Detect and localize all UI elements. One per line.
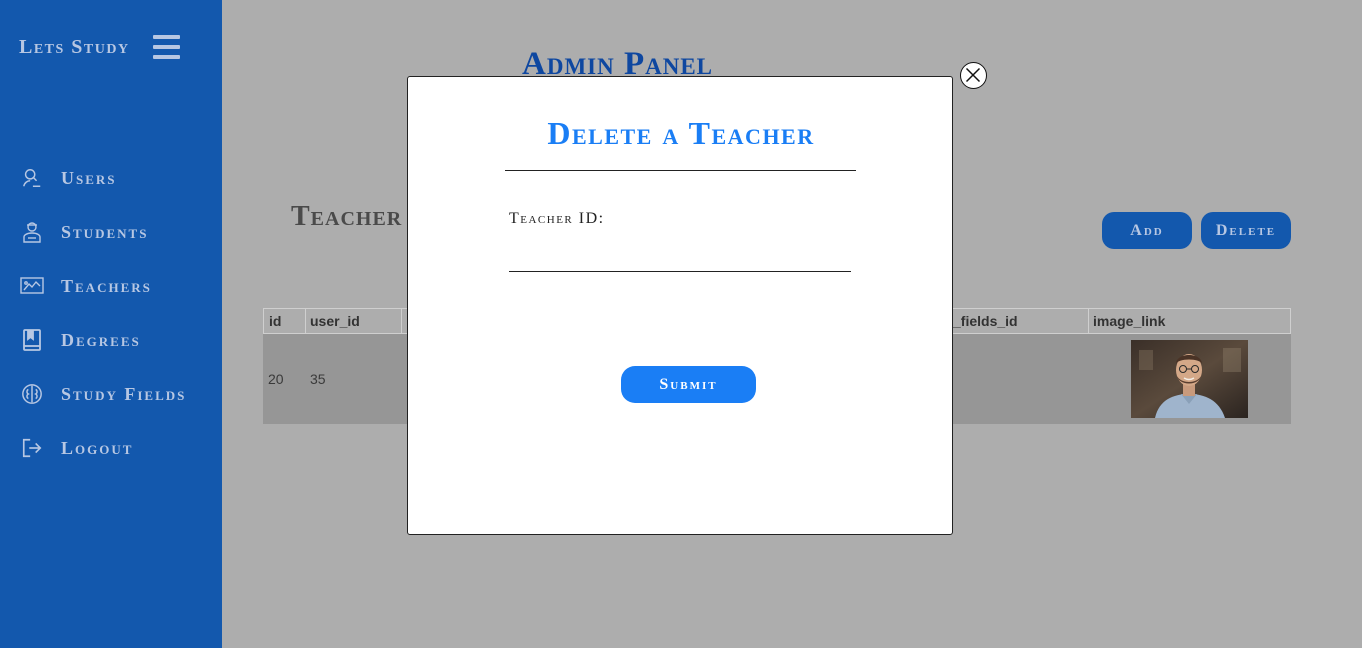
book-icon — [20, 328, 44, 352]
teacher-board-icon — [20, 274, 44, 298]
submit-button[interactable]: Submit — [621, 366, 756, 403]
sidebar-item-degrees[interactable]: Degrees — [20, 328, 139, 352]
sidebar-item-label: Teachers — [61, 275, 152, 296]
brand-logo[interactable]: Lets Study — [19, 36, 130, 59]
sidebar-item-teachers[interactable]: Teachers — [20, 274, 150, 298]
brain-icon — [20, 382, 44, 406]
section-title: Teacher — [291, 201, 403, 232]
sidebar-item-label: Users — [61, 167, 117, 188]
delete-teacher-modal: Delete a Teacher Teacher ID: Submit — [407, 76, 953, 535]
close-modal-button[interactable] — [960, 62, 987, 89]
sidebar-item-label: Study Fields — [61, 383, 187, 404]
add-button[interactable]: Add — [1102, 212, 1192, 249]
close-icon — [965, 67, 981, 83]
student-icon — [20, 220, 44, 244]
sidebar-item-students[interactable]: Students — [20, 220, 146, 244]
column-header-id: id — [264, 309, 306, 333]
cell-id: 20 — [268, 371, 284, 387]
modal-divider — [505, 170, 856, 171]
cell-user-id: 35 — [310, 371, 326, 387]
menu-icon[interactable] — [153, 35, 180, 59]
column-header-fields-id: _fields_id — [947, 309, 1089, 333]
sidebar-item-label: Students — [61, 221, 149, 242]
teacher-id-input[interactable] — [509, 245, 851, 272]
user-search-icon — [20, 166, 44, 190]
sidebar-item-label: Degrees — [61, 329, 141, 350]
sidebar-item-study-fields[interactable]: Study Fields — [20, 382, 184, 406]
logout-icon — [20, 436, 44, 460]
teacher-id-label: Teacher ID: — [509, 210, 605, 227]
sidebar-item-users[interactable]: Users — [20, 166, 115, 190]
teacher-portrait-image — [1131, 340, 1248, 418]
sidebar-item-logout[interactable]: Logout — [20, 436, 131, 460]
delete-button[interactable]: Delete — [1201, 212, 1291, 249]
column-header-image-link: image_link — [1093, 313, 1166, 329]
sidebar: Lets Study Users Students Teachers Degre… — [0, 0, 222, 648]
modal-title: Delete a Teacher — [547, 115, 815, 151]
column-header-user-id: user_id — [305, 309, 402, 333]
sidebar-item-label: Logout — [61, 437, 134, 458]
